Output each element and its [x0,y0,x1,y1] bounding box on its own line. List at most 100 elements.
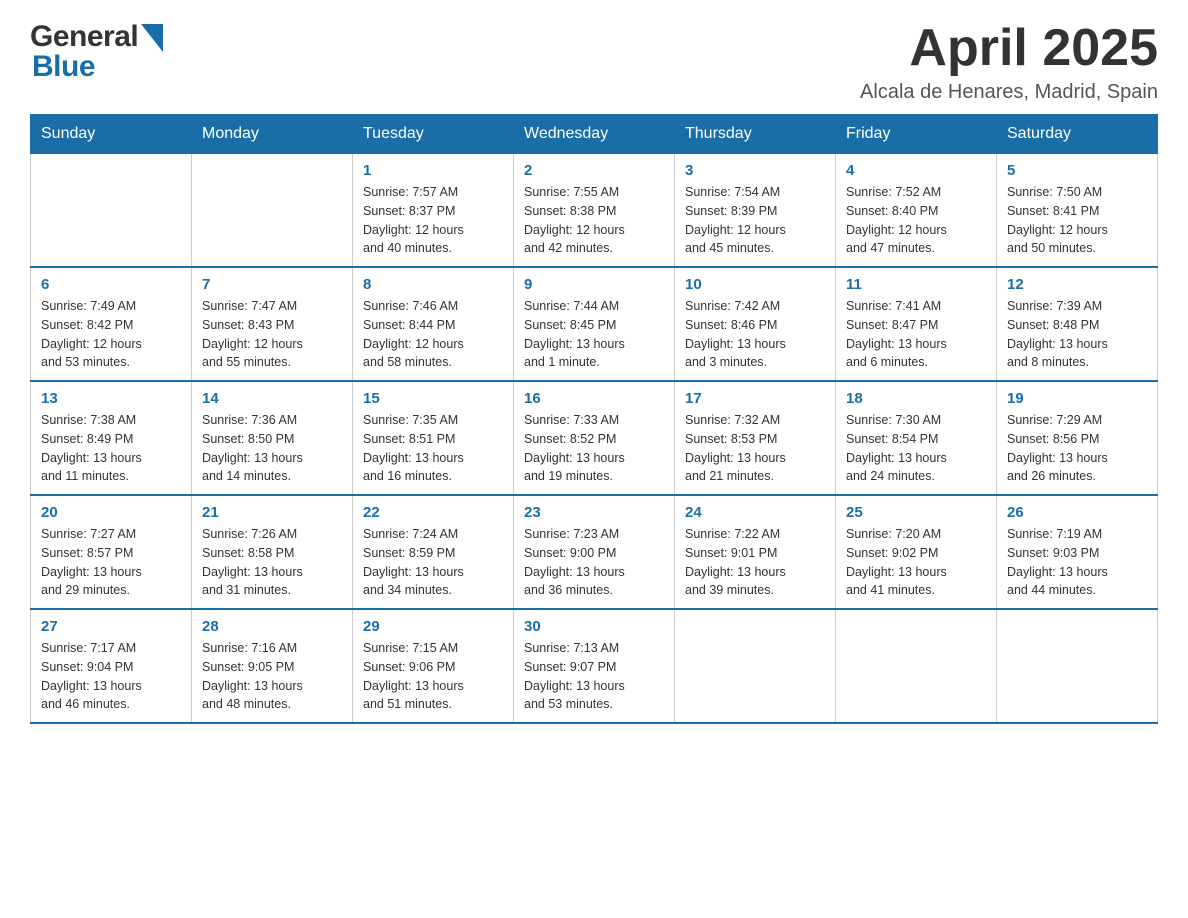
day-number: 3 [685,162,825,179]
calendar-cell: 28 Sunrise: 7:16 AM Sunset: 9:05 PM Dayli… [192,609,353,723]
day-info: Sunrise: 7:32 AM Sunset: 8:53 PM Dayligh… [685,411,825,486]
header-monday: Monday [192,115,353,154]
day-number: 7 [202,276,342,293]
day-info: Sunrise: 7:47 AM Sunset: 8:43 PM Dayligh… [202,297,342,372]
day-info: Sunrise: 7:20 AM Sunset: 9:02 PM Dayligh… [846,525,986,600]
calendar-cell: 7 Sunrise: 7:47 AM Sunset: 8:43 PM Daylig… [192,267,353,381]
day-number: 21 [202,504,342,521]
day-number: 24 [685,504,825,521]
day-number: 19 [1007,390,1147,407]
day-number: 20 [41,504,181,521]
calendar-week-row-5: 27 Sunrise: 7:17 AM Sunset: 9:04 PM Dayli… [31,609,1158,723]
calendar-cell: 15 Sunrise: 7:35 AM Sunset: 8:51 PM Dayli… [353,381,514,495]
calendar-cell: 17 Sunrise: 7:32 AM Sunset: 8:53 PM Dayli… [675,381,836,495]
calendar-cell: 23Sunrise: 7:23 AM Sunset: 9:00 PM Dayli… [514,495,675,609]
day-info: Sunrise: 7:24 AM Sunset: 8:59 PM Dayligh… [363,525,503,600]
calendar-cell [192,154,353,268]
calendar-cell [836,609,997,723]
logo-blue-text: Blue [32,50,95,83]
calendar-cell: 30 Sunrise: 7:13 AM Sunset: 9:07 PM Dayli… [514,609,675,723]
day-info: Sunrise: 7:30 AM Sunset: 8:54 PM Dayligh… [846,411,986,486]
day-info: Sunrise: 7:29 AM Sunset: 8:56 PM Dayligh… [1007,411,1147,486]
day-number: 1 [363,162,503,179]
day-number: 14 [202,390,342,407]
calendar-cell: 2 Sunrise: 7:55 AM Sunset: 8:38 PM Daylig… [514,154,675,268]
day-number: 22 [363,504,503,521]
day-info: Sunrise: 7:33 AM Sunset: 8:52 PM Dayligh… [524,411,664,486]
day-info: Sunrise: 7:22 AM Sunset: 9:01 PM Dayligh… [685,525,825,600]
title-section: April 2025 Alcala de Henares, Madrid, Sp… [860,20,1158,104]
calendar-cell: 11 Sunrise: 7:41 AM Sunset: 8:47 PM Dayli… [836,267,997,381]
day-info: Sunrise: 7:54 AM Sunset: 8:39 PM Dayligh… [685,183,825,258]
day-info: Sunrise: 7:23 AM Sunset: 9:00 PM Dayligh… [524,525,664,600]
day-number: 18 [846,390,986,407]
day-info: Sunrise: 7:16 AM Sunset: 9:05 PM Dayligh… [202,639,342,714]
calendar-cell: 1Sunrise: 7:57 AM Sunset: 8:37 PM Daylig… [353,154,514,268]
calendar-cell: 8Sunrise: 7:46 AM Sunset: 8:44 PM Daylig… [353,267,514,381]
calendar-cell: 5 Sunrise: 7:50 AM Sunset: 8:41 PM Daylig… [997,154,1158,268]
day-number: 28 [202,618,342,635]
calendar-cell: 10 Sunrise: 7:42 AM Sunset: 8:46 PM Dayli… [675,267,836,381]
day-info: Sunrise: 7:55 AM Sunset: 8:38 PM Dayligh… [524,183,664,258]
calendar-cell [31,154,192,268]
day-info: Sunrise: 7:42 AM Sunset: 8:46 PM Dayligh… [685,297,825,372]
day-info: Sunrise: 7:13 AM Sunset: 9:07 PM Dayligh… [524,639,664,714]
day-info: Sunrise: 7:50 AM Sunset: 8:41 PM Dayligh… [1007,183,1147,258]
header-thursday: Thursday [675,115,836,154]
calendar-cell: 16 Sunrise: 7:33 AM Sunset: 8:52 PM Dayli… [514,381,675,495]
calendar-week-row-3: 13 Sunrise: 7:38 AM Sunset: 8:49 PM Dayli… [31,381,1158,495]
calendar-cell: 29 Sunrise: 7:15 AM Sunset: 9:06 PM Dayli… [353,609,514,723]
day-info: Sunrise: 7:19 AM Sunset: 9:03 PM Dayligh… [1007,525,1147,600]
day-number: 9 [524,276,664,293]
calendar-cell: 19 Sunrise: 7:29 AM Sunset: 8:56 PM Dayli… [997,381,1158,495]
day-number: 8 [363,276,503,293]
calendar-cell: 21 Sunrise: 7:26 AM Sunset: 8:58 PM Dayli… [192,495,353,609]
day-number: 27 [41,618,181,635]
calendar-cell: 18 Sunrise: 7:30 AM Sunset: 8:54 PM Dayli… [836,381,997,495]
day-number: 25 [846,504,986,521]
day-number: 5 [1007,162,1147,179]
day-number: 13 [41,390,181,407]
calendar-cell: 25 Sunrise: 7:20 AM Sunset: 9:02 PM Dayli… [836,495,997,609]
day-info: Sunrise: 7:17 AM Sunset: 9:04 PM Dayligh… [41,639,181,714]
calendar-cell: 3 Sunrise: 7:54 AM Sunset: 8:39 PM Daylig… [675,154,836,268]
day-number: 10 [685,276,825,293]
day-number: 29 [363,618,503,635]
calendar-cell: 26 Sunrise: 7:19 AM Sunset: 9:03 PM Dayli… [997,495,1158,609]
day-info: Sunrise: 7:39 AM Sunset: 8:48 PM Dayligh… [1007,297,1147,372]
header-friday: Friday [836,115,997,154]
logo: General Blue [30,20,163,84]
month-title: April 2025 [860,20,1158,77]
calendar-cell: 24 Sunrise: 7:22 AM Sunset: 9:01 PM Dayli… [675,495,836,609]
day-number: 17 [685,390,825,407]
day-number: 2 [524,162,664,179]
day-number: 16 [524,390,664,407]
calendar-cell: 9Sunrise: 7:44 AM Sunset: 8:45 PM Daylig… [514,267,675,381]
day-info: Sunrise: 7:38 AM Sunset: 8:49 PM Dayligh… [41,411,181,486]
day-number: 11 [846,276,986,293]
day-info: Sunrise: 7:26 AM Sunset: 8:58 PM Dayligh… [202,525,342,600]
logo-arrow-icon [141,24,163,52]
day-info: Sunrise: 7:41 AM Sunset: 8:47 PM Dayligh… [846,297,986,372]
calendar-cell: 6Sunrise: 7:49 AM Sunset: 8:42 PM Daylig… [31,267,192,381]
day-number: 12 [1007,276,1147,293]
calendar-table: Sunday Monday Tuesday Wednesday Thursday… [30,114,1158,724]
header-saturday: Saturday [997,115,1158,154]
calendar-cell: 4 Sunrise: 7:52 AM Sunset: 8:40 PM Daylig… [836,154,997,268]
page-header: General Blue April 2025 Alcala de Henare… [30,20,1158,104]
calendar-cell: 12 Sunrise: 7:39 AM Sunset: 8:48 PM Dayli… [997,267,1158,381]
header-sunday: Sunday [31,115,192,154]
day-number: 30 [524,618,664,635]
calendar-week-row-2: 6Sunrise: 7:49 AM Sunset: 8:42 PM Daylig… [31,267,1158,381]
day-number: 26 [1007,504,1147,521]
calendar-week-row-1: 1Sunrise: 7:57 AM Sunset: 8:37 PM Daylig… [31,154,1158,268]
header-wednesday: Wednesday [514,115,675,154]
day-info: Sunrise: 7:15 AM Sunset: 9:06 PM Dayligh… [363,639,503,714]
day-info: Sunrise: 7:35 AM Sunset: 8:51 PM Dayligh… [363,411,503,486]
day-number: 4 [846,162,986,179]
day-info: Sunrise: 7:52 AM Sunset: 8:40 PM Dayligh… [846,183,986,258]
calendar-cell: 20Sunrise: 7:27 AM Sunset: 8:57 PM Dayli… [31,495,192,609]
day-number: 15 [363,390,503,407]
calendar-cell [997,609,1158,723]
calendar-header-row: Sunday Monday Tuesday Wednesday Thursday… [31,115,1158,154]
